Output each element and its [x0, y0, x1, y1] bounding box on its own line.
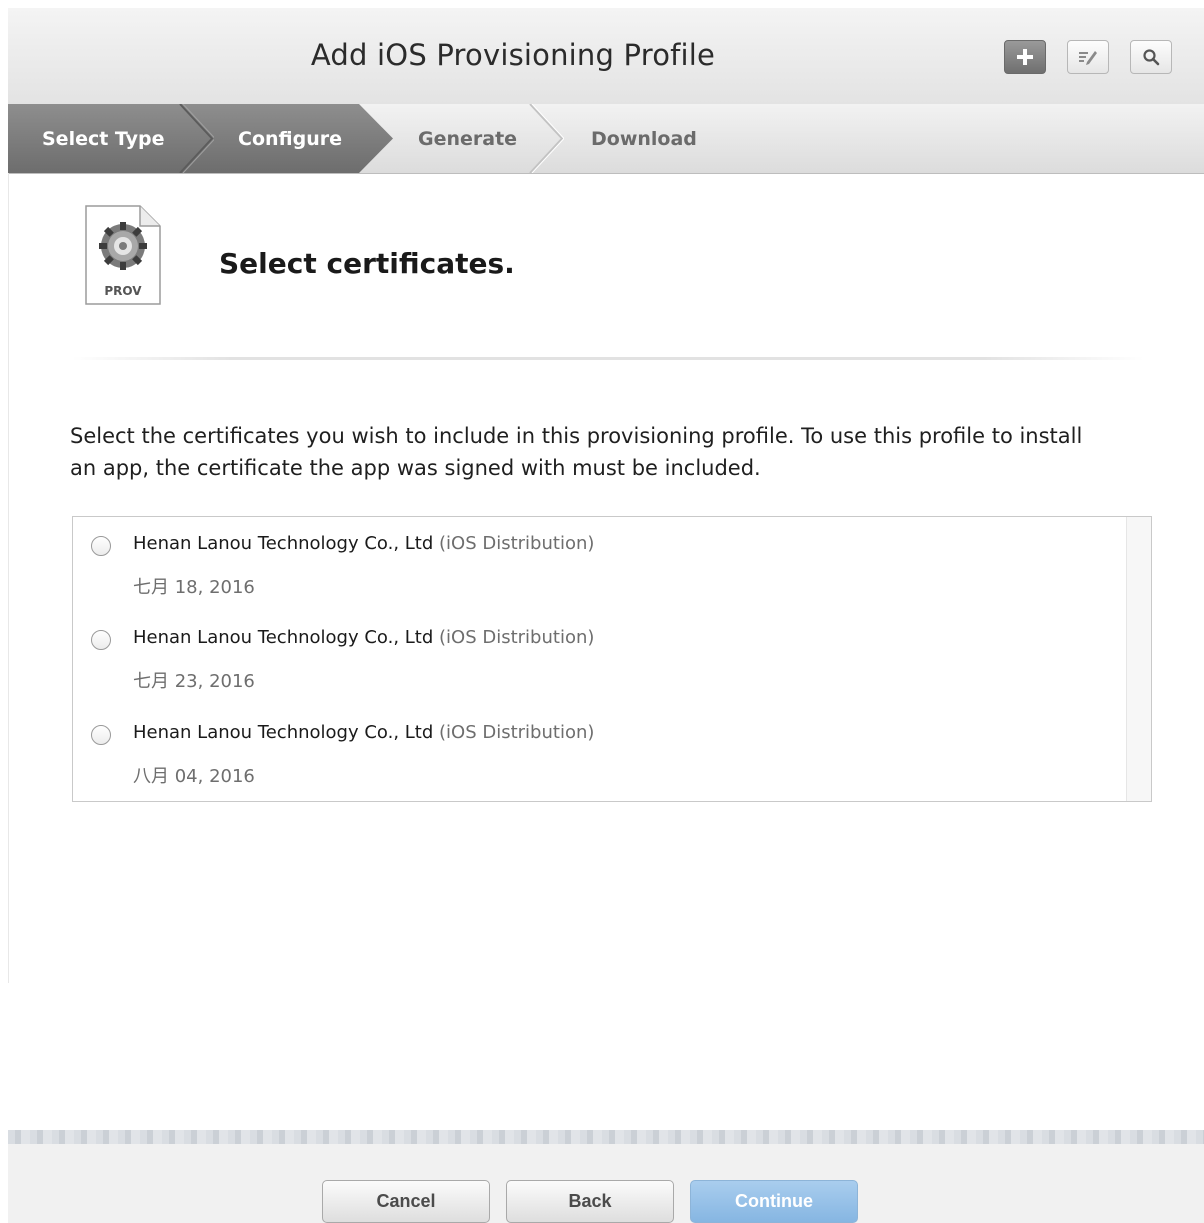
provisioning-profile-icon: PROV — [85, 205, 161, 305]
certificate-name-line: Henan Lanou Technology Co., Ltd (iOS Dis… — [133, 533, 594, 554]
certificate-name-line: Henan Lanou Technology Co., Ltd (iOS Dis… — [133, 627, 594, 648]
header-bar: Add iOS Provisioning Profile — [8, 8, 1204, 105]
search-icon — [1143, 49, 1160, 66]
add-button[interactable] — [1004, 40, 1046, 74]
certificate-type: (iOS Distribution) — [439, 627, 595, 648]
step-separator-icon — [529, 104, 564, 173]
plus-icon — [1017, 49, 1033, 65]
certificate-type: (iOS Distribution) — [439, 722, 595, 743]
step-separator-icon — [179, 104, 214, 173]
step-select-type: Select Type — [42, 128, 165, 150]
steps-bar: Select Type Configure Generate Download — [8, 104, 1204, 174]
certificate-name: Henan Lanou Technology Co., Ltd — [133, 722, 434, 743]
step-generate: Generate — [418, 128, 518, 150]
certificate-name-line: Henan Lanou Technology Co., Ltd (iOS Dis… — [133, 722, 594, 743]
edit-icon — [1079, 51, 1097, 65]
certificate-option[interactable]: Henan Lanou Technology Co., Ltd (iOS Dis… — [73, 611, 1113, 705]
certificate-radio[interactable] — [91, 536, 111, 556]
certificate-radio[interactable] — [91, 630, 111, 650]
certificate-name: Henan Lanou Technology Co., Ltd — [133, 627, 434, 648]
prov-label: PROV — [104, 284, 142, 298]
list-scrollbar[interactable] — [1126, 517, 1151, 801]
section-heading: Select certificates. — [219, 247, 515, 280]
continue-button[interactable]: Continue — [690, 1180, 858, 1223]
certificate-option[interactable]: Henan Lanou Technology Co., Ltd (iOS Dis… — [73, 517, 1113, 611]
content-border — [8, 173, 9, 983]
back-button[interactable]: Back — [506, 1180, 674, 1223]
page-title: Add iOS Provisioning Profile — [310, 38, 716, 72]
divider — [72, 357, 1144, 360]
certificates-list: Henan Lanou Technology Co., Ltd (iOS Dis… — [72, 516, 1152, 802]
certificate-date: 八月 04, 2016 — [133, 766, 255, 787]
certificate-date: 七月 23, 2016 — [133, 671, 255, 692]
certificate-option[interactable]: Henan Lanou Technology Co., Ltd (iOS Dis… — [73, 706, 1113, 800]
edit-button[interactable] — [1067, 40, 1109, 74]
footer-separator — [8, 1130, 1204, 1144]
certificate-name: Henan Lanou Technology Co., Ltd — [133, 533, 434, 554]
step-download: Download — [591, 128, 697, 150]
instructions-text: Select the certificates you wish to incl… — [70, 424, 1083, 480]
certificate-radio[interactable] — [91, 725, 111, 745]
step-configure: Configure — [238, 128, 342, 150]
certificate-date: 七月 18, 2016 — [133, 577, 255, 598]
certificate-type: (iOS Distribution) — [439, 533, 595, 554]
search-button[interactable] — [1130, 40, 1172, 74]
cancel-button[interactable]: Cancel — [322, 1180, 490, 1223]
